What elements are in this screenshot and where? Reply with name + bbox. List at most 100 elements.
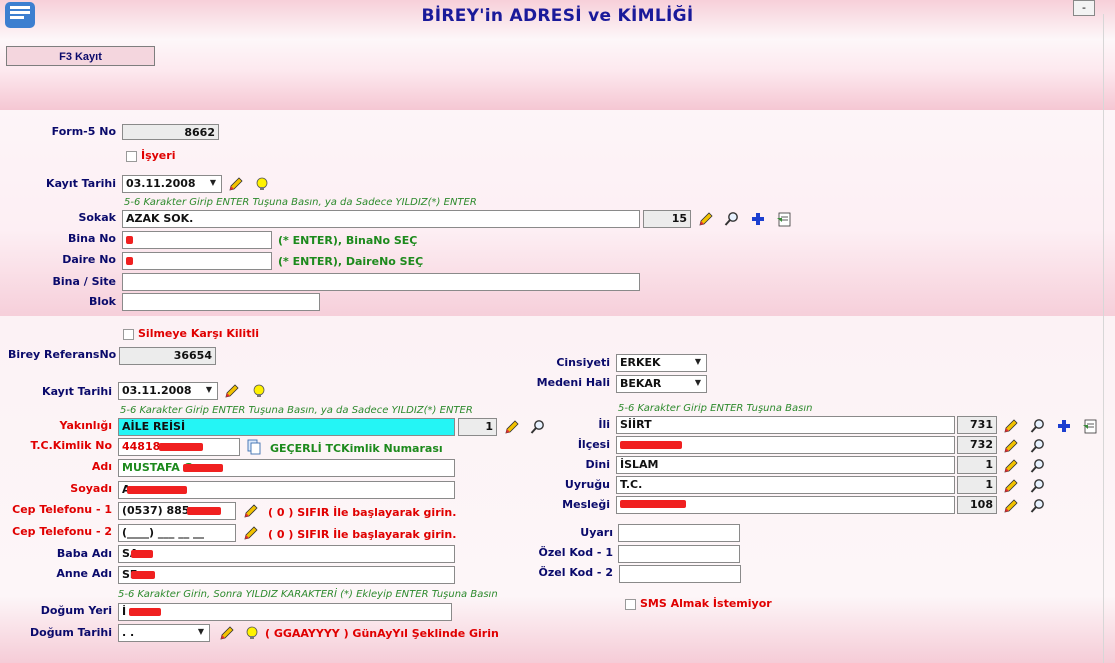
person-kayit-tarihi-field[interactable]: 03.11.2008 ▼ <box>118 382 218 400</box>
plus-icon[interactable] <box>1056 418 1072 434</box>
lock-checkbox[interactable] <box>123 329 134 340</box>
adi-field[interactable]: MUSTAFA G <box>118 459 455 477</box>
uyruk-code-field[interactable]: 1 <box>957 476 997 494</box>
pencil-icon[interactable] <box>1003 478 1019 494</box>
copy-icon[interactable] <box>246 439 262 455</box>
sokak-label: Sokak <box>78 211 116 224</box>
yakinlik-code-field[interactable]: 1 <box>458 418 497 436</box>
isyeri-label: İşyeri <box>141 149 176 162</box>
redaction <box>187 507 221 515</box>
ozel-kod1-field[interactable] <box>618 545 740 563</box>
il-label: İli <box>598 418 610 431</box>
cep1-field[interactable]: (0537) 885 <box>118 502 236 520</box>
cinsiyet-label: Cinsiyeti <box>556 356 610 369</box>
pencil-icon[interactable] <box>219 625 235 641</box>
cep1-label: Cep Telefonu - 1 <box>12 503 112 516</box>
pencil-icon[interactable] <box>243 525 259 541</box>
sokak-hint: 5-6 Karakter Girip ENTER Tuşuna Basın, y… <box>124 197 477 208</box>
dogum-yeri-field[interactable]: İ <box>118 603 452 621</box>
daire-no-label: Daire No <box>62 253 116 266</box>
dogum-tarihi-note: ( GGAAYYYY ) GünAyYıl Şeklinde Girin <box>265 627 499 640</box>
lightbulb-icon[interactable] <box>244 625 260 641</box>
chevron-down-icon[interactable]: ▼ <box>202 384 216 396</box>
tc-value: 44818 <box>122 440 161 453</box>
kayit-tarihi-label: Kayıt Tarihi <box>46 177 116 190</box>
magnifier-icon[interactable] <box>1030 478 1046 494</box>
yakinlik-hint: 5-6 Karakter Girip ENTER Tuşuna Basın, y… <box>120 405 473 416</box>
dogum-tarihi-field[interactable]: . . ▼ <box>118 624 210 642</box>
chevron-down-icon[interactable]: ▼ <box>691 377 705 389</box>
ref-no-field[interactable]: 36654 <box>119 347 216 365</box>
sms-label: SMS Almak İstemiyor <box>640 597 772 610</box>
magnifier-icon[interactable] <box>724 211 740 227</box>
redaction <box>183 464 223 472</box>
redaction <box>126 257 133 265</box>
redaction <box>131 550 153 558</box>
cinsiyet-select[interactable]: ERKEK ▼ <box>616 354 707 372</box>
lightbulb-icon[interactable] <box>251 383 267 399</box>
chevron-down-icon[interactable]: ▼ <box>194 626 208 638</box>
uyari-field[interactable] <box>618 524 740 542</box>
cep2-field[interactable]: (____) ___ __ __ <box>118 524 236 542</box>
ilce-field[interactable] <box>616 436 955 454</box>
pencil-icon[interactable] <box>504 419 520 435</box>
tc-note: GEÇERLİ TCKimlik Numarası <box>270 442 443 455</box>
din-code-field[interactable]: 1 <box>957 456 997 474</box>
sokak-field[interactable]: AZAK SOK. <box>122 210 640 228</box>
magnifier-icon[interactable] <box>1030 418 1046 434</box>
uyruk-field[interactable]: T.C. <box>616 476 955 494</box>
form5-field[interactable]: 8662 <box>122 124 219 140</box>
meslek-label: Mesleği <box>562 498 610 511</box>
yakinlik-field[interactable]: AİLE REİSİ <box>118 418 455 436</box>
meslek-code-field[interactable]: 108 <box>957 496 997 514</box>
anne-adi-field[interactable]: SE <box>118 566 455 584</box>
lightbulb-icon[interactable] <box>254 176 270 192</box>
edit-document-icon[interactable] <box>776 211 792 227</box>
magnifier-icon[interactable] <box>1030 458 1046 474</box>
isyeri-checkbox[interactable] <box>126 151 137 162</box>
bina-site-label: Bina / Site <box>52 275 117 288</box>
edit-document-icon[interactable] <box>1082 418 1098 434</box>
pencil-icon[interactable] <box>1003 418 1019 434</box>
kayit-tarihi-field[interactable]: 03.11.2008 ▼ <box>122 175 222 193</box>
soyadi-label: Soyadı <box>70 482 112 495</box>
magnifier-icon[interactable] <box>1030 498 1046 514</box>
bina-no-label: Bina No <box>67 232 116 245</box>
plus-icon[interactable] <box>750 211 766 227</box>
redaction <box>620 441 682 449</box>
ilce-code-field[interactable]: 732 <box>957 436 997 454</box>
magnifier-icon[interactable] <box>1030 438 1046 454</box>
medeni-select[interactable]: BEKAR ▼ <box>616 375 707 393</box>
dogum-yeri-label: Doğum Yeri <box>40 604 112 617</box>
chevron-down-icon[interactable]: ▼ <box>691 356 705 368</box>
blok-field[interactable] <box>122 293 320 311</box>
pencil-icon[interactable] <box>698 211 714 227</box>
window-edge <box>1103 14 1104 663</box>
pencil-icon[interactable] <box>224 383 240 399</box>
daire-no-field[interactable] <box>122 252 272 270</box>
minimize-button[interactable]: - <box>1073 0 1095 16</box>
soyadi-field[interactable]: A <box>118 481 455 499</box>
pencil-icon[interactable] <box>228 176 244 192</box>
bina-site-field[interactable] <box>122 273 640 291</box>
bina-no-field[interactable] <box>122 231 272 249</box>
il-hint: 5-6 Karakter Girip ENTER Tuşuna Basın <box>618 403 813 414</box>
pencil-icon[interactable] <box>243 503 259 519</box>
save-button[interactable]: F3 Kayıt <box>6 46 155 66</box>
adi-value: MUSTAFA G <box>122 461 193 474</box>
il-field[interactable]: SİİRT <box>616 416 955 434</box>
sokak-code-field[interactable]: 15 <box>643 210 691 228</box>
pencil-icon[interactable] <box>1003 458 1019 474</box>
pencil-icon[interactable] <box>1003 498 1019 514</box>
pencil-icon[interactable] <box>1003 438 1019 454</box>
redaction <box>129 608 161 616</box>
chevron-down-icon[interactable]: ▼ <box>206 177 220 189</box>
ozel-kod2-field[interactable] <box>619 565 741 583</box>
baba-adi-field[interactable]: SA <box>118 545 455 563</box>
meslek-field[interactable] <box>616 496 955 514</box>
il-code-field[interactable]: 731 <box>957 416 997 434</box>
sms-checkbox[interactable] <box>625 599 636 610</box>
din-field[interactable]: İSLAM <box>616 456 955 474</box>
redaction <box>159 443 203 451</box>
tc-field[interactable]: 44818 <box>118 438 240 456</box>
